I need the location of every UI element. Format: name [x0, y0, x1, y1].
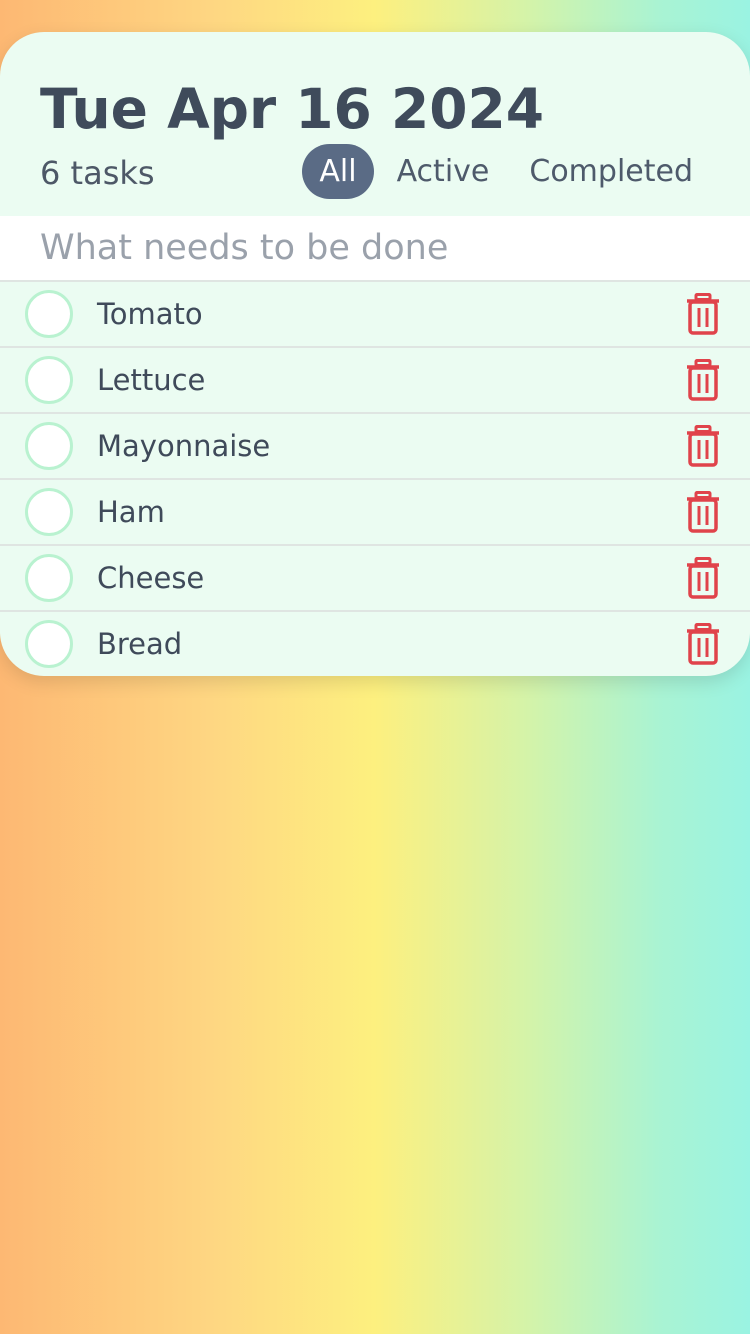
- task-checkbox[interactable]: [25, 554, 73, 602]
- task-item: Tomato: [0, 282, 750, 348]
- trash-icon[interactable]: [686, 623, 720, 665]
- task-label: Ham: [97, 495, 165, 529]
- task-item: Bread: [0, 612, 750, 676]
- trash-icon[interactable]: [686, 491, 720, 533]
- task-item: Ham: [0, 480, 750, 546]
- task-checkbox[interactable]: [25, 356, 73, 404]
- task-item: Mayonnaise: [0, 414, 750, 480]
- todo-card: Tue Apr 16 2024 6 tasks All Active Compl…: [0, 32, 750, 676]
- task-label: Bread: [97, 627, 183, 661]
- new-task-row: [0, 216, 750, 282]
- todo-header: Tue Apr 16 2024 6 tasks All Active Compl…: [0, 32, 750, 216]
- trash-icon[interactable]: [686, 557, 720, 599]
- filter-active[interactable]: Active: [380, 144, 507, 199]
- task-checkbox[interactable]: [25, 422, 73, 470]
- task-label: Tomato: [97, 297, 203, 331]
- task-checkbox[interactable]: [25, 290, 73, 338]
- filter-completed[interactable]: Completed: [512, 144, 710, 199]
- filter-tabs: All Active Completed: [296, 144, 710, 199]
- task-item: Cheese: [0, 546, 750, 612]
- task-list: Tomato Lettuce Mayonnaise Ham Cheese Bre…: [0, 282, 750, 676]
- trash-icon[interactable]: [686, 359, 720, 401]
- trash-icon[interactable]: [686, 293, 720, 335]
- filter-all[interactable]: All: [302, 144, 374, 199]
- task-label: Mayonnaise: [97, 429, 271, 463]
- task-count: 6 tasks: [40, 154, 155, 192]
- page-title: Tue Apr 16 2024: [40, 77, 545, 141]
- task-checkbox[interactable]: [25, 488, 73, 536]
- task-item: Lettuce: [0, 348, 750, 414]
- task-checkbox[interactable]: [25, 620, 73, 668]
- trash-icon[interactable]: [686, 425, 720, 467]
- task-label: Cheese: [97, 561, 205, 595]
- task-label: Lettuce: [97, 363, 206, 397]
- new-task-input[interactable]: [40, 228, 710, 268]
